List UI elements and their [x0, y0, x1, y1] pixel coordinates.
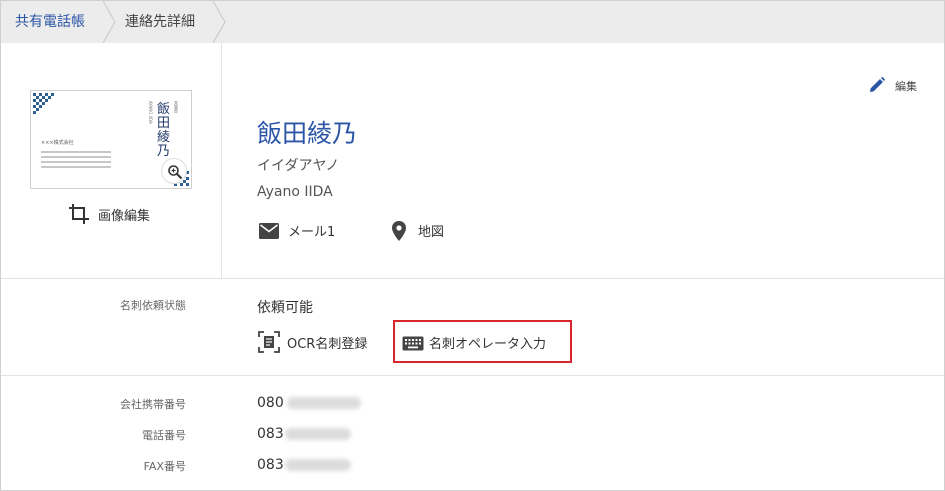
phone-label: 電話番号	[142, 429, 186, 442]
ocr-register-label: OCR名刺登録	[287, 337, 368, 352]
crop-icon	[69, 204, 89, 224]
card-request-status-label: 名刺依頼状態	[120, 299, 186, 312]
contact-name: 飯田綾乃	[257, 119, 358, 148]
card-name: 飯田綾乃	[157, 102, 171, 159]
mail-label: メール1	[288, 225, 336, 240]
section-divider	[1, 278, 944, 279]
company-mobile-label: 会社携帯番号	[120, 398, 186, 411]
breadcrumb-shared-phonebook[interactable]: 共有電話帳	[15, 1, 85, 43]
fax-value: 083	[257, 457, 284, 473]
section-divider	[1, 375, 944, 376]
card-romaji: AYANO IIDA	[148, 101, 153, 124]
fax-label: FAX番号	[143, 460, 186, 473]
pencil-icon	[870, 76, 886, 92]
chevron-right-icon	[212, 1, 226, 43]
card-contact-lines	[41, 151, 121, 171]
page-frame	[0, 0, 945, 491]
redacted-number	[287, 397, 361, 409]
zoom-in-button[interactable]	[161, 158, 187, 184]
redacted-number	[285, 459, 351, 471]
card-pattern-graphic	[33, 93, 54, 114]
map-pin-icon	[392, 221, 406, 241]
scan-document-icon	[258, 331, 280, 353]
edit-label: 編集	[895, 80, 917, 93]
redacted-number	[285, 428, 351, 440]
contact-kana: イイダアヤノ	[257, 158, 340, 174]
image-edit-label: 画像編集	[98, 209, 151, 224]
column-divider	[221, 43, 222, 279]
mail-icon	[259, 223, 279, 239]
card-operator-input-button[interactable]: 名刺オペレータ入力	[393, 320, 572, 363]
card-request-status-value: 依頼可能	[257, 300, 313, 316]
keyboard-icon	[402, 336, 424, 351]
card-title: 営業部	[174, 101, 179, 113]
zoom-in-icon	[168, 165, 183, 180]
phone-value: 083	[257, 426, 284, 442]
map-label: 地図	[418, 225, 445, 240]
card-company: ×××株式会社	[41, 140, 74, 146]
company-mobile-value: 080	[257, 395, 284, 411]
breadcrumb-contact-detail: 連絡先詳細	[125, 14, 195, 30]
card-operator-input-label: 名刺オペレータ入力	[429, 337, 547, 352]
breadcrumb: 共有電話帳 連絡先詳細	[1, 1, 944, 43]
chevron-right-icon	[102, 1, 116, 43]
contact-romaji: Ayano IIDA	[257, 184, 333, 200]
